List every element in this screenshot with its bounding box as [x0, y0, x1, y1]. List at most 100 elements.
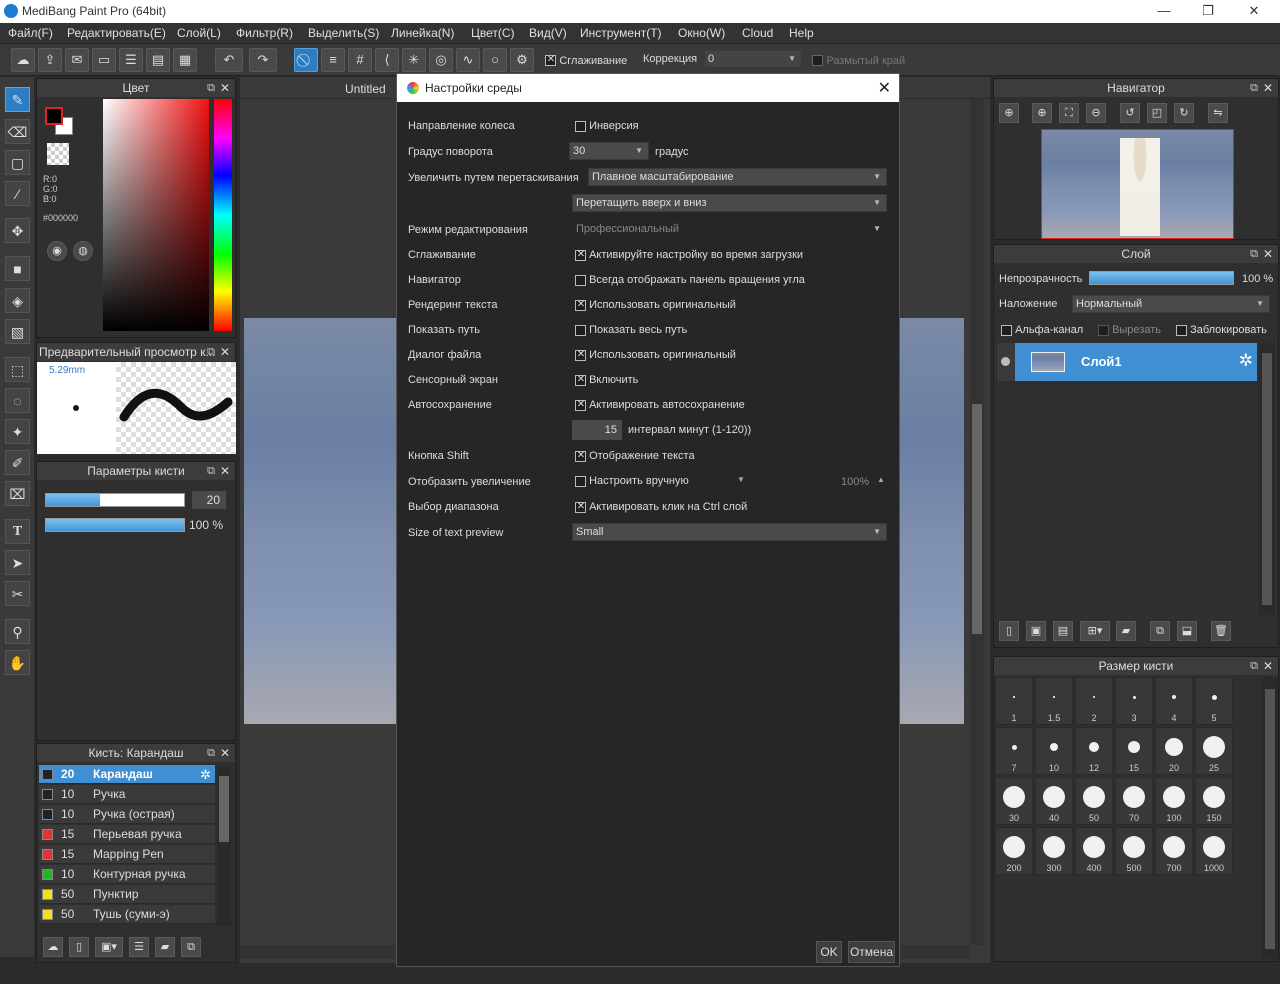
- canvas-vscrollbar[interactable]: [970, 99, 984, 945]
- brush-size-option[interactable]: 2: [1075, 677, 1113, 725]
- blur-edge-toggle[interactable]: Размытый край: [812, 53, 905, 67]
- brush-size-option[interactable]: 3: [1115, 677, 1153, 725]
- brush-size-option[interactable]: 7: [995, 727, 1033, 775]
- touch-checkbox[interactable]: Включить: [575, 374, 638, 386]
- close-icon[interactable]: ✕: [1263, 79, 1273, 97]
- brush-size-value[interactable]: 20: [192, 491, 226, 509]
- close-icon[interactable]: ✕: [220, 79, 230, 97]
- brush-size-option[interactable]: 10: [1035, 727, 1073, 775]
- popout-icon[interactable]: ⧉: [1250, 79, 1258, 97]
- bucket-tool-icon[interactable]: ◈: [5, 288, 30, 313]
- zoom-drag-direction-select[interactable]: Перетащить вверх и вниз ▼: [572, 194, 887, 212]
- menu-view[interactable]: Вид(V): [529, 26, 567, 40]
- transparent-swatch[interactable]: [47, 143, 69, 165]
- zoom-display-stepper-icon[interactable]: ▲: [877, 475, 885, 484]
- select-pen-tool-icon[interactable]: ✐: [5, 450, 30, 475]
- brush-list-item[interactable]: 50 Тушь (суми-э): [39, 905, 215, 924]
- dialog-close-icon[interactable]: ✕: [878, 78, 891, 98]
- saturation-value-picker[interactable]: [103, 99, 209, 331]
- autosave-checkbox[interactable]: Активировать автосохранение: [575, 399, 745, 411]
- menu-edit[interactable]: Редактировать(E): [67, 26, 166, 40]
- wheel-inversion-checkbox[interactable]: Инверсия: [575, 120, 639, 132]
- rotate-degree-select[interactable]: 30 ▼: [569, 142, 649, 160]
- snap-off-icon[interactable]: ⃠: [294, 48, 318, 72]
- close-icon[interactable]: ✕: [220, 343, 230, 361]
- divide-tool-icon[interactable]: ✂: [5, 581, 30, 606]
- text-render-checkbox[interactable]: Использовать оригинальный: [575, 299, 736, 311]
- brush-size-option[interactable]: 200: [995, 827, 1033, 875]
- shift-checkbox[interactable]: Отображение текста: [575, 450, 695, 462]
- curve-snap-icon[interactable]: ∿: [456, 48, 480, 72]
- brush-size-scrollbar[interactable]: [1262, 677, 1278, 959]
- close-button[interactable]: ✕: [1234, 0, 1274, 23]
- smoothing-checkbox[interactable]: Активируйте настройку во время загрузки: [575, 249, 803, 261]
- menu-tool[interactable]: Инструмент(T): [580, 26, 662, 40]
- autosave-minutes-input[interactable]: 15: [572, 420, 622, 440]
- cloud-icon[interactable]: ☁: [11, 48, 35, 72]
- grid-edit-icon[interactable]: ▦: [173, 48, 197, 72]
- navigator-thumbnail[interactable]: [1041, 129, 1234, 239]
- alpha-channel-toggle[interactable]: Альфа-канал: [1001, 324, 1083, 336]
- smoothing-toggle[interactable]: Сглаживание: [545, 53, 627, 67]
- text-preview-size-select[interactable]: Small ▼: [572, 523, 887, 541]
- snap-settings-icon[interactable]: ⚙: [510, 48, 534, 72]
- clipping-toggle[interactable]: Вырезать: [1098, 324, 1161, 336]
- chat-icon[interactable]: ▭: [92, 48, 116, 72]
- merge-layer-icon[interactable]: ⬓: [1177, 621, 1197, 641]
- maximize-button[interactable]: ❐: [1188, 0, 1228, 23]
- popout-icon[interactable]: ⧉: [207, 343, 215, 361]
- parallel-snap-icon[interactable]: ≡: [321, 48, 345, 72]
- select-eraser-tool-icon[interactable]: ⌧: [5, 481, 30, 506]
- document-icon[interactable]: ☰: [119, 48, 143, 72]
- hand-tool-icon[interactable]: ✋: [5, 650, 30, 675]
- popout-icon[interactable]: ⧉: [207, 744, 215, 762]
- zoom-display-dropdown-icon[interactable]: ▼: [737, 475, 745, 484]
- upload-icon[interactable]: ⇪: [38, 48, 62, 72]
- correction-select[interactable]: 0 ▼: [704, 50, 802, 68]
- select-rect-tool-icon[interactable]: ⬚: [5, 357, 30, 382]
- reset-rotation-icon[interactable]: ◰: [1147, 103, 1167, 123]
- popout-icon[interactable]: ⧉: [207, 462, 215, 480]
- menu-color[interactable]: Цвет(C): [471, 26, 515, 40]
- range-checkbox[interactable]: Активировать клик на Ctrl слой: [575, 501, 747, 513]
- flip-horizontal-icon[interactable]: ⇋: [1208, 103, 1228, 123]
- zoom-out-icon[interactable]: ⊖: [1086, 103, 1106, 123]
- new-brush-icon[interactable]: ▯: [69, 937, 89, 957]
- layer-folder-icon[interactable]: ▰: [1116, 621, 1136, 641]
- move-tool-icon[interactable]: ✥: [5, 218, 30, 243]
- menu-file[interactable]: Файл(F): [8, 26, 53, 40]
- pen-tool-icon[interactable]: ✎: [5, 87, 30, 112]
- circle-snap-icon[interactable]: ○: [483, 48, 507, 72]
- rotate-right-icon[interactable]: ↻: [1174, 103, 1194, 123]
- canvas-image-right[interactable]: [900, 318, 964, 724]
- brush-size-option[interactable]: 70: [1115, 777, 1153, 825]
- brush-size-option[interactable]: 1: [995, 677, 1033, 725]
- brush-size-option[interactable]: 12: [1075, 727, 1113, 775]
- brush-size-option[interactable]: 15: [1115, 727, 1153, 775]
- brush-settings-icon[interactable]: ✲: [200, 765, 211, 784]
- brush-size-option[interactable]: 1.5: [1035, 677, 1073, 725]
- canvas-image-left[interactable]: [244, 318, 396, 724]
- menu-window[interactable]: Окно(W): [678, 26, 725, 40]
- hue-slider[interactable]: [214, 99, 232, 331]
- menu-layer[interactable]: Слой(L): [177, 26, 221, 40]
- brush-list-item[interactable]: 15 Mapping Pen: [39, 845, 215, 864]
- blend-mode-select[interactable]: Нормальный ▼: [1072, 295, 1270, 313]
- minimize-button[interactable]: —: [1144, 0, 1184, 23]
- brush-size-option[interactable]: 20: [1155, 727, 1193, 775]
- add-cloud-brush-icon[interactable]: ☁: [43, 937, 63, 957]
- menu-select[interactable]: Выделить(S): [308, 26, 379, 40]
- brush-list-item[interactable]: 10 Ручка: [39, 785, 215, 804]
- menu-help[interactable]: Help: [789, 26, 814, 40]
- brush-list-item[interactable]: 10 Контурная ручка: [39, 865, 215, 884]
- brush-list-item[interactable]: 50 Пунктир: [39, 885, 215, 904]
- rectangle-tool-icon[interactable]: ▢: [5, 150, 30, 175]
- popout-icon[interactable]: ⧉: [1250, 657, 1258, 675]
- brush-size-option[interactable]: 500: [1115, 827, 1153, 875]
- eyedropper-tool-icon[interactable]: ⚲: [5, 619, 30, 644]
- brush-tool-icon[interactable]: ⁄: [5, 181, 30, 206]
- brush-size-option[interactable]: 4: [1155, 677, 1193, 725]
- brush-size-option[interactable]: 150: [1195, 777, 1233, 825]
- new-layer-icon[interactable]: ▯: [999, 621, 1019, 641]
- text-tool-icon[interactable]: T: [5, 519, 30, 544]
